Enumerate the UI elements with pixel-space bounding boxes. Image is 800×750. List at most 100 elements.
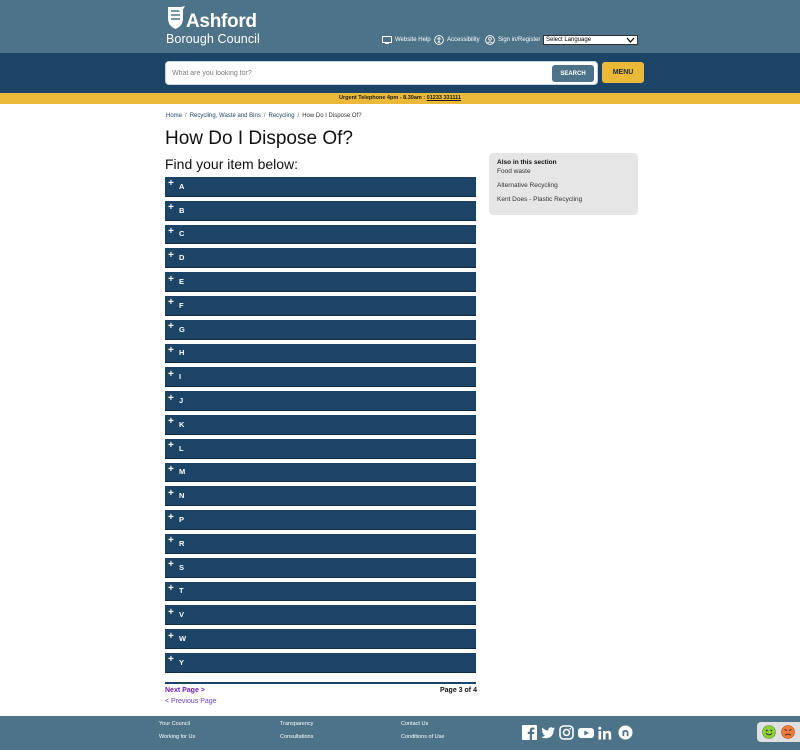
urgent-telephone-banner: Urgent Telephone 4pm - 8.30am : 01233 33… [0,93,800,104]
plus-icon: + [168,535,174,547]
accordion-label: K [179,419,185,429]
accordion-item-j[interactable]: + J [165,391,476,411]
plus-icon: + [168,630,174,642]
plus-icon: + [168,559,174,571]
sign-in-link[interactable]: Sign in/Register [485,34,540,46]
plus-icon: + [168,582,174,594]
footer-link-working-for-us[interactable]: Working for Us [159,734,195,740]
accordion-item-h[interactable]: + H [165,343,476,364]
plus-icon: + [168,202,174,214]
accordion-item-e[interactable]: + E [165,272,476,292]
breadcrumb-recycling-waste-bins[interactable]: Recycling, Waste and Bins [190,113,261,119]
accordion-label: T [179,586,184,596]
accordion-label: P [179,515,185,525]
plus-icon: + [168,511,174,523]
accordion-item-b[interactable]: + B [165,200,476,221]
accordion-label: I [179,372,182,382]
accordion-item-l[interactable]: + L [165,438,476,459]
nextdoor-icon[interactable] [618,725,633,740]
accordion-item-p[interactable]: + P [165,510,476,530]
search-button[interactable]: SEARCH [552,65,594,82]
twitter-icon[interactable] [541,726,555,739]
accessibility-link[interactable]: Accessibility [434,34,480,46]
accordion-item-i[interactable]: + I [165,367,476,388]
accordion-item-w[interactable]: + W [165,629,476,649]
logo-name: Ashford [186,11,257,32]
plus-icon: + [168,273,174,285]
footer-link-conditions-of-use[interactable]: Conditions of Use [401,734,444,740]
accordion-item-s[interactable]: + S [165,557,476,578]
sidebar-link-kent-does[interactable]: Kent Does - Plastic Recycling [497,196,630,203]
accordion-item-d[interactable]: + D [165,248,476,269]
accordion-item-f[interactable]: + F [165,295,476,316]
social-links [522,725,637,740]
breadcrumb-recycling[interactable]: Recycling [269,113,295,119]
feedback-widget[interactable] [757,722,800,742]
plus-icon: + [168,416,174,428]
accordion-item-n[interactable]: + N [165,486,476,507]
plus-icon: + [168,654,174,666]
next-page-link[interactable]: Next Page > [165,687,205,694]
monitor-icon [382,36,392,44]
council-logo[interactable]: Ashford Borough Council [166,5,266,47]
plus-icon: + [168,344,174,356]
accordion-item-c[interactable]: + C [165,224,476,245]
search-input[interactable] [172,67,552,79]
language-select[interactable]: Select Language [543,35,638,45]
instagram-icon[interactable] [559,725,574,740]
plus-icon: + [168,249,174,261]
happy-face-icon[interactable] [762,725,777,739]
accordion-label: V [179,610,185,620]
plus-icon: + [168,178,174,190]
accordion-label: Y [179,657,185,667]
accordion-label: D [179,253,185,263]
page-subtitle: Find your item below: [165,156,299,172]
urgent-text: Urgent Telephone 4pm - 8.30am : [339,95,427,101]
accordion-item-m[interactable]: + M [165,462,476,483]
accordion-label: J [179,396,184,406]
plus-icon: + [168,487,174,499]
sidebar-link-food-waste[interactable]: Food waste [497,168,630,175]
previous-page-link[interactable]: < Previous Page [165,698,217,705]
accessibility-icon [434,35,444,45]
chevron-down-icon [626,37,635,43]
footer-link-transparency[interactable]: Transparency [280,721,313,727]
accordion-item-g[interactable]: + G [165,319,476,340]
website-help-link[interactable]: Website Help [382,34,431,46]
linkedin-icon[interactable] [598,726,614,740]
footer-link-consultations[interactable]: Consultations [280,734,313,740]
accordion-label: R [179,538,185,548]
sidebar-link-alternative-recycling[interactable]: Alternative Recycling [497,182,630,189]
accordion-item-y[interactable]: + Y [165,652,476,673]
accordion-label: F [179,300,184,310]
accordion-label: A [179,181,185,191]
accordion-item-k[interactable]: + K [165,414,476,435]
menu-button[interactable]: MENU [602,62,644,83]
accordion-item-t[interactable]: + T [165,581,476,602]
facebook-icon[interactable] [522,725,537,740]
accordion-item-a[interactable]: + A [165,177,476,197]
accordion-label: B [179,205,185,215]
footer-link-your-council[interactable]: Your Council [159,721,190,727]
footer: Your Council Working for Us Transparency… [0,716,800,750]
accessibility-label: Accessibility [447,37,480,43]
accordion-label: C [179,229,185,239]
page-count: Page 3 of 4 [440,687,477,694]
accordion-label: S [179,562,185,572]
breadcrumb-home[interactable]: Home [166,113,182,119]
urgent-phone-link[interactable]: 01233 331111 [427,95,461,101]
plus-icon: + [168,297,174,309]
accordion-label: L [179,443,184,453]
accordion-label: E [179,277,185,287]
accordion-label: G [179,324,185,334]
youtube-icon[interactable] [578,727,594,739]
angry-face-icon[interactable] [780,725,795,739]
accordion-label: M [179,467,186,477]
breadcrumb: Home / Recycling, Waste and Bins / Recycling… [166,113,362,119]
user-icon [485,35,495,45]
breadcrumb-separator: / [185,113,187,119]
breadcrumb-current: How Do I Dispose Of? [302,113,362,119]
accordion-item-r[interactable]: + R [165,533,476,554]
accordion-item-v[interactable]: + V [165,605,476,626]
footer-link-contact-us[interactable]: Contact Us [401,721,428,727]
